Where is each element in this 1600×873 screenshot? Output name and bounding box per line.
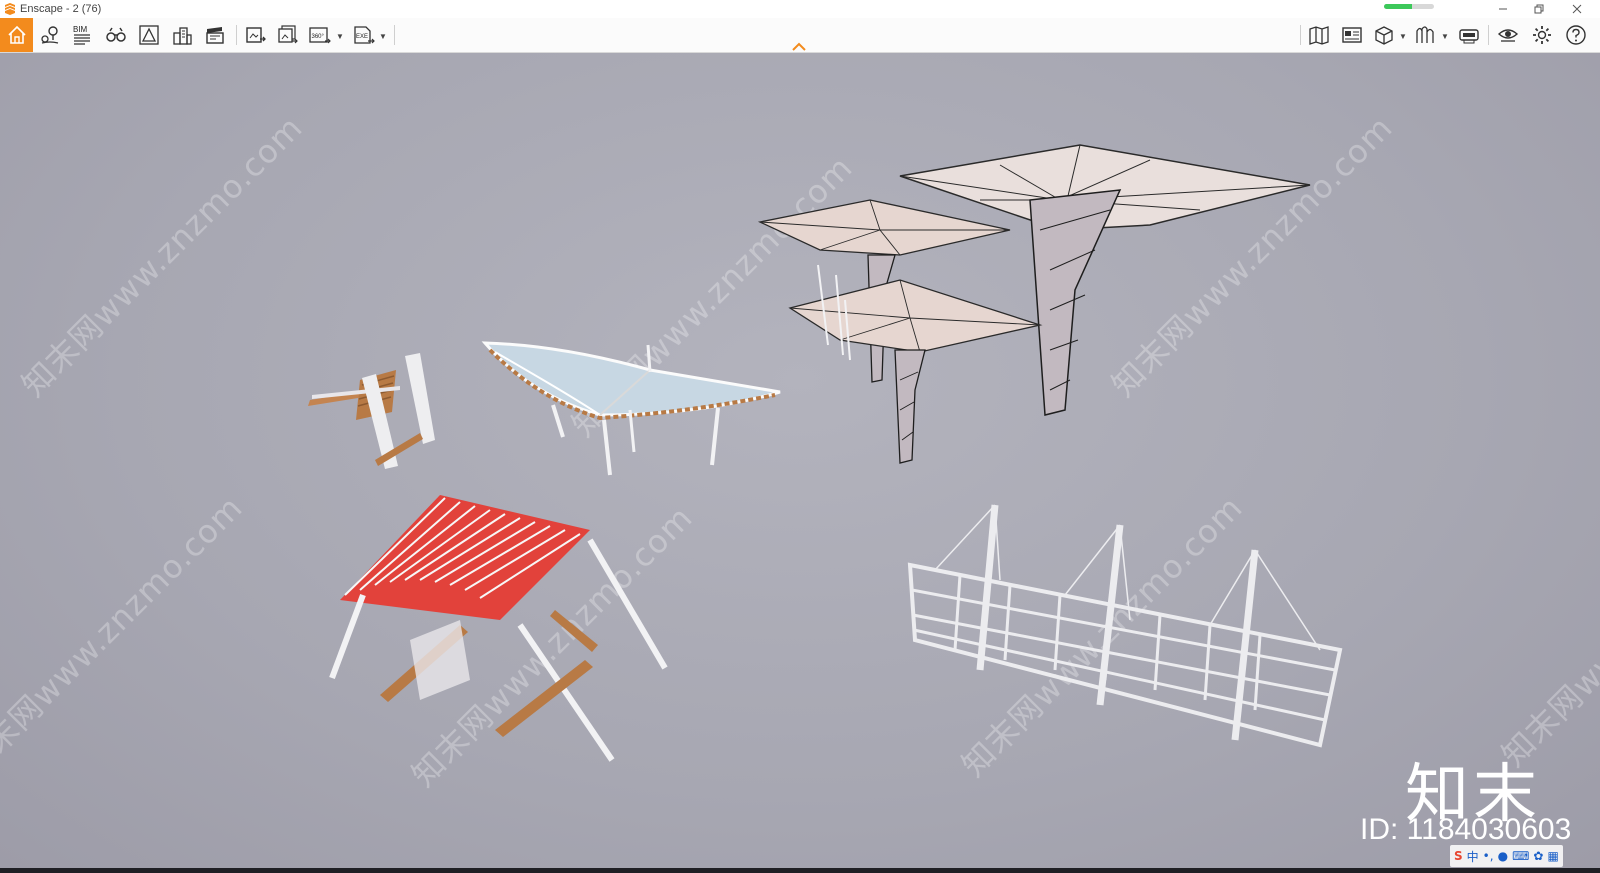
enscape-toolbar: BIM 360° ▼ EXE ▼ ▼ ▼ — [0, 18, 1600, 53]
perspective-icon — [139, 25, 159, 45]
toolbox-grid-icon[interactable]: ▦ — [1547, 849, 1558, 863]
asset-library-button[interactable] — [1411, 21, 1439, 49]
clapper-icon — [206, 27, 224, 44]
binoculars-button[interactable] — [102, 21, 130, 49]
exe-export-button[interactable]: EXE — [350, 21, 378, 49]
minimize-icon — [1499, 8, 1507, 10]
binoculars-icon — [106, 27, 126, 42]
small-wood-pergola-model — [308, 353, 435, 469]
title-bar: Enscape - 2 (76) — [0, 0, 1600, 18]
vr-headset-icon — [1459, 29, 1479, 44]
exe-dropdown-icon[interactable]: ▼ — [379, 32, 387, 41]
asset-id-label: ID: 1184030603 — [1360, 813, 1572, 846]
home-button[interactable] — [0, 18, 33, 52]
membrane-umbrella-canopies-model — [757, 144, 1311, 464]
leaf-glass-canopy-model — [481, 341, 781, 476]
location-pin-icon — [41, 26, 59, 44]
buildings-button[interactable] — [168, 21, 196, 49]
loading-progress-fill — [1384, 4, 1412, 9]
settings-button[interactable] — [1528, 21, 1556, 49]
settings-gear-icon — [1533, 26, 1551, 44]
window-title: Enscape - 2 (76) — [20, 3, 102, 15]
ime-logo-icon[interactable]: S — [1454, 849, 1463, 863]
panorama-label: 360° — [312, 34, 325, 40]
render-viewport[interactable]: 知末网www.znzmo.com 知末网www.znzmo.com 知末网www… — [0, 53, 1600, 868]
map-button[interactable] — [1305, 21, 1333, 49]
screenshot-export-icon — [246, 27, 266, 43]
bim-label: BIM — [73, 25, 88, 34]
close-icon — [1572, 4, 1582, 14]
asset-box-button[interactable] — [1370, 21, 1398, 49]
vr-headset-button[interactable] — [1455, 21, 1483, 49]
scene-models — [308, 144, 1343, 762]
cable-stayed-frame-model — [907, 504, 1343, 748]
panorama-icon: 360° — [309, 27, 331, 44]
bim-button[interactable]: BIM — [68, 21, 96, 49]
enscape-logo-icon — [5, 3, 15, 15]
panorama-button[interactable]: 360° — [306, 21, 334, 49]
asset-box-icon — [1375, 26, 1393, 45]
location-button[interactable] — [36, 21, 64, 49]
taskbar-strip — [0, 868, 1600, 873]
batch-export-icon — [278, 25, 298, 44]
exe-export-icon: EXE — [354, 26, 375, 44]
views-manager-icon — [1342, 27, 1362, 43]
loading-progress-bar — [1384, 4, 1434, 9]
asset-library-icon — [1416, 26, 1434, 43]
home-icon — [7, 25, 26, 44]
asset-box-dropdown-icon[interactable]: ▼ — [1399, 32, 1407, 41]
help-icon — [1566, 25, 1586, 45]
collapse-toolbar-chevron-up-icon[interactable] — [791, 41, 807, 53]
asset-library-dropdown-icon[interactable]: ▼ — [1441, 32, 1449, 41]
language-indicator[interactable]: 中 — [1467, 848, 1479, 865]
toolbar-separator — [236, 25, 237, 45]
toolbar-separator — [394, 25, 395, 45]
toolbar-separator — [1300, 25, 1301, 45]
punctuation-icon[interactable]: •, — [1483, 849, 1494, 863]
map-icon — [1309, 26, 1329, 45]
screenshot-export-button[interactable] — [242, 21, 270, 49]
perspective-button[interactable] — [135, 21, 163, 49]
buildings-icon — [173, 27, 192, 45]
visibility-button[interactable] — [1494, 21, 1522, 49]
restore-button[interactable] — [1522, 0, 1556, 18]
minimize-button[interactable] — [1486, 0, 1520, 18]
microphone-icon[interactable]: ● — [1498, 849, 1508, 863]
help-button[interactable] — [1562, 21, 1590, 49]
visibility-eye-icon — [1497, 29, 1519, 42]
video-editor-button[interactable] — [201, 21, 229, 49]
batch-export-button[interactable] — [274, 21, 302, 49]
views-manager-button[interactable] — [1338, 21, 1366, 49]
keyboard-icon[interactable]: ⌨ — [1512, 849, 1529, 863]
ime-tray[interactable]: S 中 •, ● ⌨ ✿ ▦ — [1450, 845, 1563, 867]
restore-icon — [1534, 4, 1544, 14]
skin-icon[interactable]: ✿ — [1533, 849, 1543, 863]
bim-icon: BIM — [73, 25, 90, 45]
red-louver-pergola-model — [329, 495, 668, 762]
panorama-dropdown-icon[interactable]: ▼ — [336, 32, 344, 41]
toolbar-separator — [1488, 25, 1489, 45]
close-button[interactable] — [1560, 0, 1594, 18]
exe-label: EXE — [356, 34, 368, 40]
